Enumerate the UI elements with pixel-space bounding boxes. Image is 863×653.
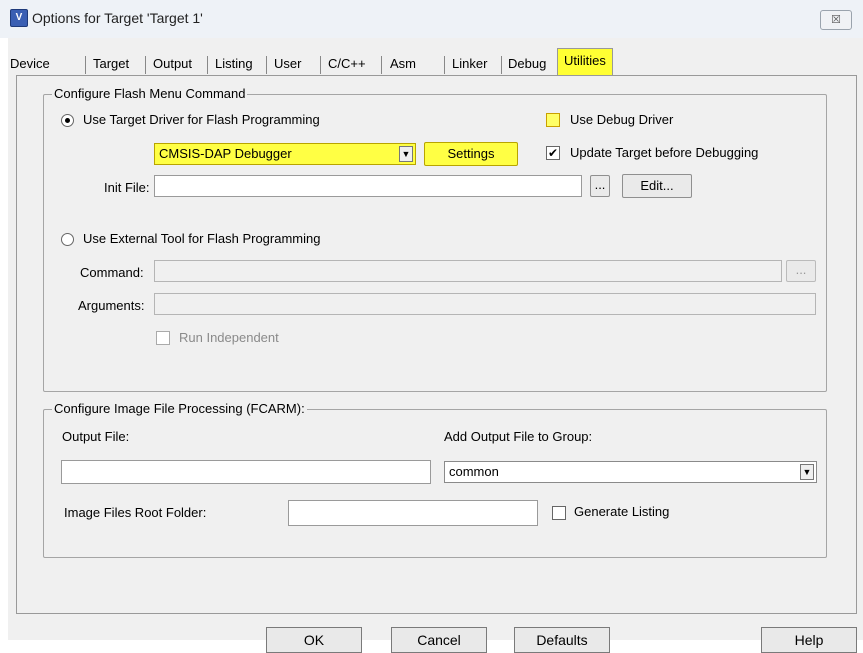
close-icon[interactable]: ☒: [820, 10, 852, 30]
tab-user[interactable]: User: [274, 54, 301, 74]
flash-group-legend: Configure Flash Menu Command: [52, 86, 248, 101]
add-output-label: Add Output File to Group:: [444, 429, 593, 444]
driver-select[interactable]: CMSIS-DAP Debugger ▼: [154, 143, 416, 165]
update-target-checkbox[interactable]: ✔: [546, 146, 560, 160]
driver-select-value: CMSIS-DAP Debugger: [159, 146, 292, 161]
group-select[interactable]: common ▼: [444, 461, 817, 483]
tab-strip: Device Target Output Listing User C/C++ …: [8, 48, 863, 76]
run-independent-checkbox[interactable]: [156, 331, 170, 345]
arguments-input[interactable]: [154, 293, 816, 315]
generate-listing-checkbox[interactable]: [552, 506, 566, 520]
help-button[interactable]: Help: [761, 627, 857, 653]
tab-device[interactable]: Device: [10, 54, 50, 74]
edit-button[interactable]: Edit...: [622, 174, 692, 198]
output-file-label: Output File:: [62, 429, 130, 444]
use-external-tool-radio[interactable]: [61, 233, 74, 246]
tab-output[interactable]: Output: [153, 54, 192, 74]
arguments-label: Arguments:: [78, 298, 145, 313]
init-file-browse-button[interactable]: ...: [590, 175, 610, 197]
generate-listing-label: Generate Listing: [574, 504, 670, 519]
output-file-input[interactable]: [61, 460, 431, 484]
init-file-input[interactable]: [154, 175, 582, 197]
image-file-group: Configure Image File Processing (FCARM):…: [43, 401, 827, 558]
tab-linker[interactable]: Linker: [452, 54, 487, 74]
chevron-down-icon[interactable]: ▼: [399, 146, 413, 162]
group-select-value: common: [449, 464, 499, 479]
command-label: Command:: [80, 265, 144, 280]
init-file-label: Init File:: [104, 180, 150, 195]
tab-listing[interactable]: Listing: [215, 54, 253, 74]
app-icon: V: [10, 9, 28, 27]
use-debug-driver-checkbox[interactable]: [546, 113, 560, 127]
title-bar: V Options for Target 'Target 1' ☒: [0, 0, 863, 38]
defaults-button[interactable]: Defaults: [514, 627, 610, 653]
use-debug-driver-label: Use Debug Driver: [570, 112, 674, 127]
tab-cpp[interactable]: C/C++: [328, 54, 366, 74]
run-independent-label: Run Independent: [179, 330, 279, 345]
utilities-panel: Configure Flash Menu Command Use Target …: [16, 75, 857, 614]
update-target-label: Update Target before Debugging: [570, 145, 759, 160]
flash-menu-group: Configure Flash Menu Command Use Target …: [43, 86, 827, 392]
tab-asm[interactable]: Asm: [390, 54, 416, 74]
tab-debug[interactable]: Debug: [508, 54, 546, 74]
use-target-driver-label: Use Target Driver for Flash Programming: [83, 112, 320, 127]
ok-button[interactable]: OK: [266, 627, 362, 653]
use-target-driver-radio[interactable]: [61, 114, 74, 127]
window-title: Options for Target 'Target 1': [32, 10, 203, 26]
root-folder-input[interactable]: [288, 500, 538, 526]
cancel-button[interactable]: Cancel: [391, 627, 487, 653]
options-dialog: V Options for Target 'Target 1' ☒ Device…: [0, 0, 863, 653]
settings-button[interactable]: Settings: [424, 142, 518, 166]
dialog-client: Device Target Output Listing User C/C++ …: [8, 38, 863, 653]
image-group-legend: Configure Image File Processing (FCARM):: [52, 401, 307, 416]
tab-utilities[interactable]: Utilities: [557, 48, 613, 75]
root-folder-label: Image Files Root Folder:: [64, 505, 207, 520]
use-external-tool-label: Use External Tool for Flash Programming: [83, 231, 321, 246]
tab-target[interactable]: Target: [93, 54, 129, 74]
command-browse-button[interactable]: ...: [786, 260, 816, 282]
chevron-down-icon[interactable]: ▼: [800, 464, 814, 480]
command-input[interactable]: [154, 260, 782, 282]
